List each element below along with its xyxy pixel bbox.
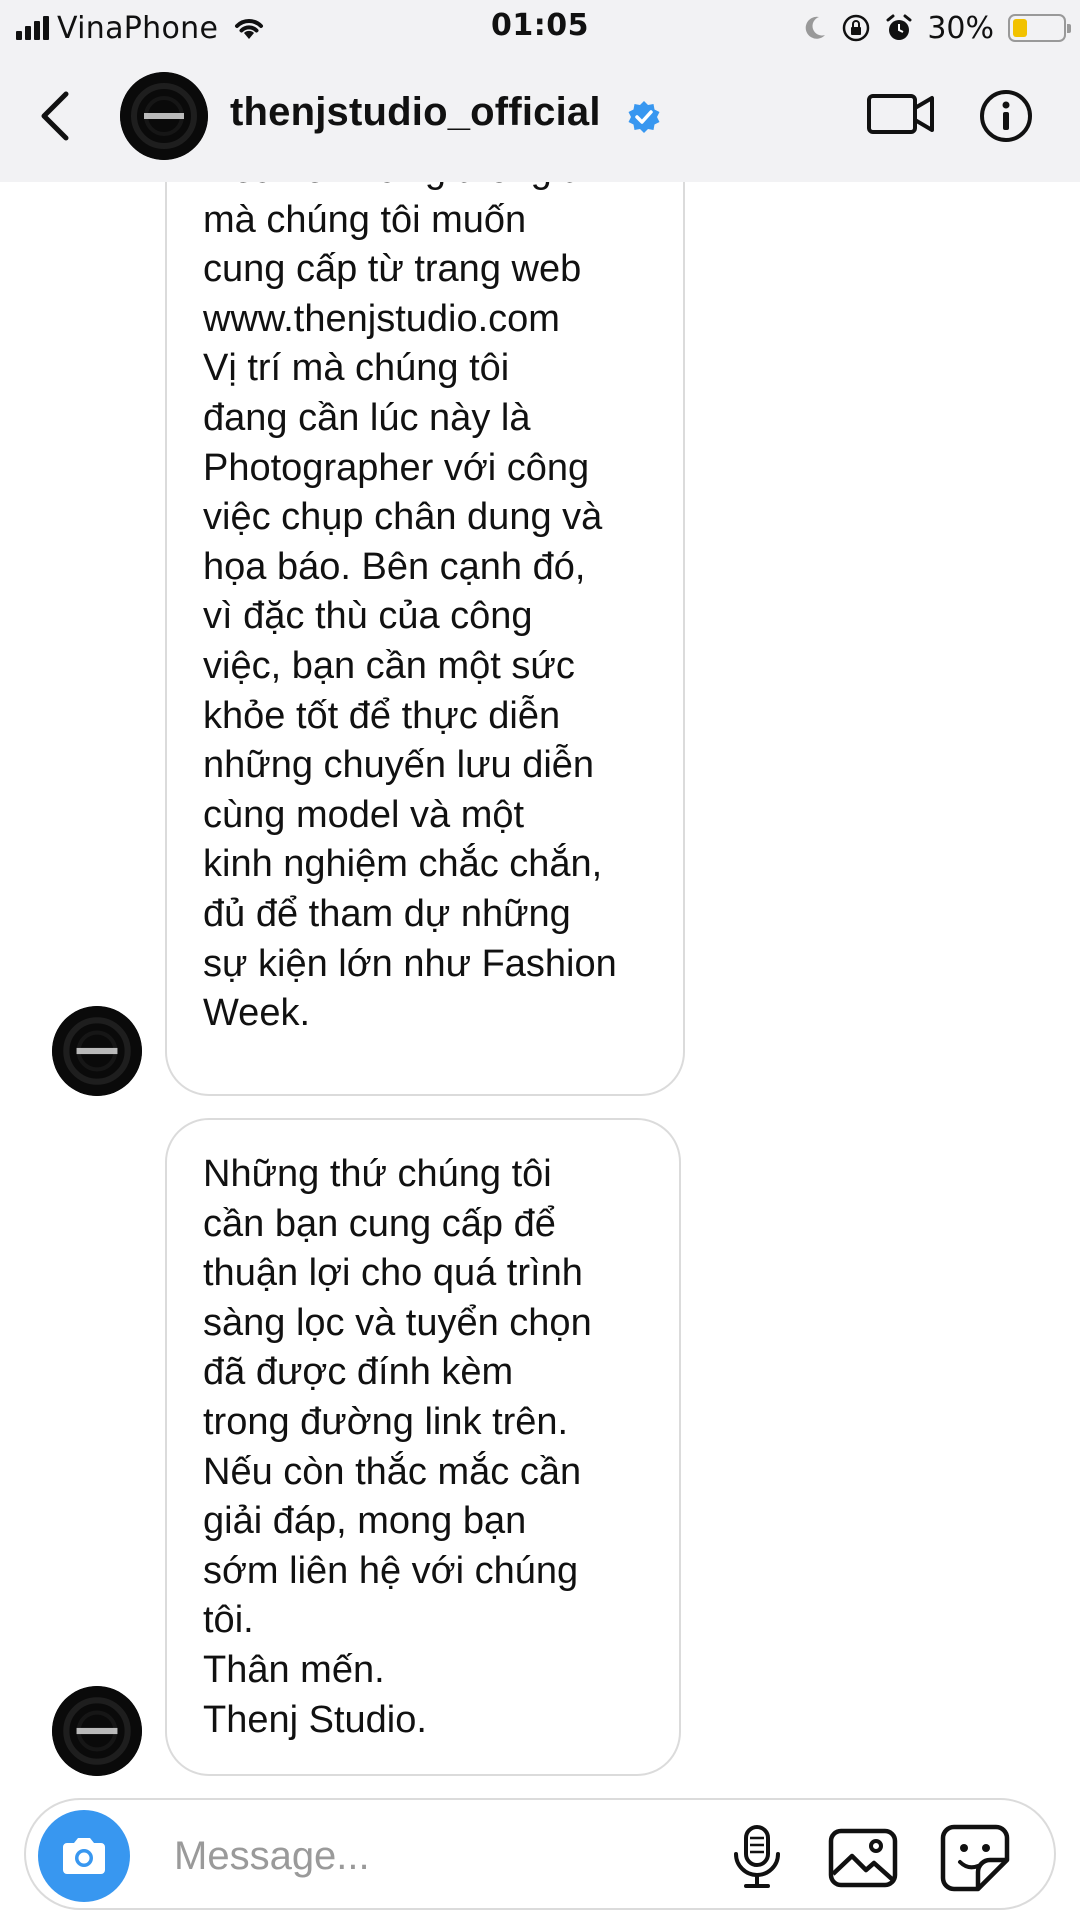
- battery-percent: 30%: [927, 10, 994, 46]
- message-composer: [24, 1798, 1056, 1910]
- battery-icon: [1008, 14, 1071, 42]
- video-call-icon[interactable]: [866, 86, 936, 142]
- message-input[interactable]: [174, 1830, 734, 1882]
- microphone-icon[interactable]: [726, 1824, 788, 1890]
- status-bar: VinaPhone 01:05 30%: [0, 0, 1080, 56]
- message-thread[interactable]: hiểu về những thông tin mà chúng tôi muố…: [0, 182, 1080, 1794]
- message-bubble[interactable]: Những thứ chúng tôi cần bạn cung cấp để …: [165, 1118, 681, 1776]
- chat-header: thenjstudio_official: [0, 56, 1080, 182]
- camera-button[interactable]: [38, 1810, 130, 1902]
- verified-badge-icon: [628, 101, 660, 133]
- avatar-logo: [120, 72, 208, 160]
- avatar-logo: [52, 1686, 142, 1776]
- alarm-icon: [886, 14, 912, 40]
- info-icon[interactable]: [978, 88, 1034, 144]
- back-chevron-icon[interactable]: [30, 86, 90, 146]
- moon-icon: [806, 16, 826, 39]
- header-avatar[interactable]: [120, 72, 208, 160]
- chat-title[interactable]: thenjstudio_official: [230, 90, 601, 135]
- avatar-logo: [52, 1006, 142, 1096]
- gallery-icon[interactable]: [828, 1828, 898, 1888]
- message-bubble[interactable]: hiểu về những thông tin mà chúng tôi muố…: [165, 182, 685, 1096]
- status-right: 30%: [803, 8, 1071, 48]
- sticker-icon[interactable]: [940, 1824, 1010, 1892]
- camera-icon: [63, 1838, 105, 1874]
- battery-fill: [1013, 19, 1028, 37]
- sender-avatar[interactable]: [52, 1686, 142, 1776]
- sender-avatar[interactable]: [52, 1006, 142, 1096]
- orientation-lock-icon: [843, 14, 870, 42]
